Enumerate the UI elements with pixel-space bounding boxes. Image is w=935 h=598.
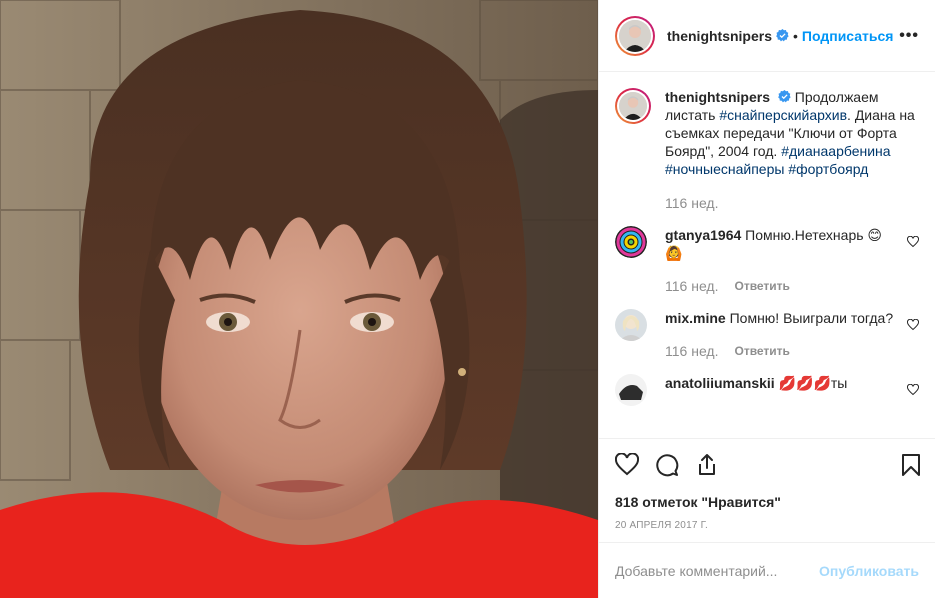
hashtag-link[interactable]: #фортбоярд <box>788 161 868 177</box>
publish-button[interactable]: Опубликовать <box>819 563 919 579</box>
comment-like-heart-icon[interactable] <box>907 319 919 331</box>
hashtag-link[interactable]: #дианаарбенина <box>781 143 890 159</box>
hashtag-link[interactable]: #снайперскийархив <box>719 107 847 123</box>
likes-count[interactable]: 818 отметок "Нравится" <box>599 490 935 514</box>
comment-item: mix.mine Помню! Выиграли тогда? 116 нед.… <box>615 309 919 360</box>
caption-username[interactable]: thenightsnipers <box>665 89 770 105</box>
comment-meta: 116 нед. Ответить <box>665 277 895 295</box>
comment-username[interactable]: anatoliiumanskii <box>665 375 775 391</box>
comment-text: 💋💋💋ты <box>778 375 848 391</box>
commenter-avatar[interactable] <box>615 226 647 258</box>
add-comment-bar: Опубликовать <box>599 542 935 598</box>
action-bar <box>599 438 935 490</box>
commenter-avatar[interactable] <box>615 374 647 406</box>
comment-item: gtanya1964 Помню.Нетехнарь 😊🙆 116 нед. О… <box>615 226 919 295</box>
timestamp[interactable]: 116 нед. <box>665 277 718 295</box>
hashtag-link[interactable]: #ночныеснайперы <box>665 161 784 177</box>
portrait-image <box>0 0 598 598</box>
comment-like-heart-icon[interactable] <box>907 236 919 248</box>
reply-button[interactable]: Ответить <box>734 342 789 360</box>
post-photo[interactable] <box>0 0 598 598</box>
caption-author-avatar[interactable] <box>615 88 651 124</box>
comment-input[interactable] <box>615 562 820 579</box>
comment-body: gtanya1964 Помню.Нетехнарь 😊🙆 116 нед. О… <box>665 226 919 295</box>
instagram-post: thenightsnipers • Подписаться ••• thenig… <box>0 0 935 598</box>
timestamp[interactable]: 116 нед. <box>665 342 718 360</box>
share-icon[interactable] <box>695 453 719 477</box>
commenter-avatar[interactable] <box>615 309 647 341</box>
more-options-icon[interactable]: ••• <box>899 27 919 45</box>
follow-button[interactable]: Подписаться <box>802 28 894 44</box>
caption-body: thenightsnipers Продолжаем листать #снай… <box>665 88 919 212</box>
bookmark-icon[interactable] <box>899 453 923 477</box>
caption: thenightsnipers Продолжаем листать #снай… <box>615 88 919 212</box>
comment-body: mix.mine Помню! Выиграли тогда? 116 нед.… <box>665 309 919 360</box>
avatar-image <box>619 19 651 52</box>
separator-dot: • <box>793 27 798 44</box>
comment-icon[interactable] <box>655 453 679 477</box>
timestamp[interactable]: 116 нед. <box>665 194 718 212</box>
comment-username[interactable]: gtanya1964 <box>665 227 741 243</box>
post-header: thenightsnipers • Подписаться ••• <box>599 0 935 72</box>
author-avatar[interactable] <box>615 15 655 56</box>
comment-item: anatoliiumanskii 💋💋💋ты <box>615 374 919 406</box>
comment-text: Помню! Выиграли тогда? <box>729 310 894 326</box>
reply-button[interactable]: Ответить <box>734 277 789 295</box>
comment-body: anatoliiumanskii 💋💋💋ты <box>665 374 919 392</box>
post-panel: thenightsnipers • Подписаться ••• thenig… <box>598 0 935 598</box>
caption-meta: 116 нед. <box>665 194 919 212</box>
comment-username[interactable]: mix.mine <box>665 310 726 326</box>
comment-meta: 116 нед. Ответить <box>665 342 895 360</box>
post-date[interactable]: 20 АПРЕЛЯ 2017 Г. <box>599 520 935 542</box>
verified-badge-icon <box>776 29 789 42</box>
author-username[interactable]: thenightsnipers <box>667 28 772 44</box>
heart-icon[interactable] <box>615 452 639 477</box>
verified-badge-icon <box>778 90 791 103</box>
comments-list[interactable]: thenightsnipers Продолжаем листать #снай… <box>599 72 935 438</box>
comment-like-heart-icon[interactable] <box>907 384 919 396</box>
